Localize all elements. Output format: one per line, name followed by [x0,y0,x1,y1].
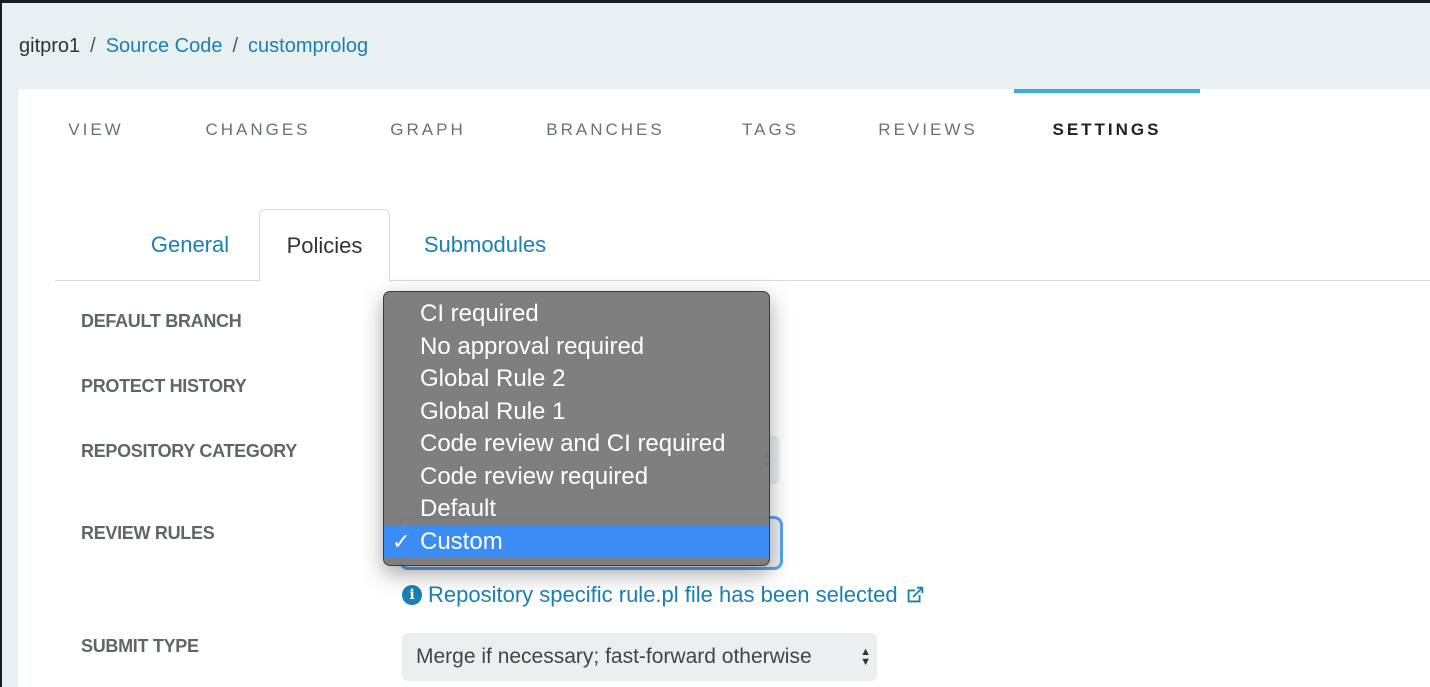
breadcrumb-root: gitpro1 [19,35,81,57]
dropdown-option[interactable]: Code review and CI required [384,428,769,461]
external-link-icon [907,586,923,603]
default-branch-label: DEFAULT BRANCH [81,311,242,331]
tab-view[interactable]: VIEW [56,89,136,171]
submit-type-label: SUBMIT TYPE [81,636,199,656]
tab-settings[interactable]: SETTINGS [1014,89,1200,171]
option-label: Custom [420,527,503,555]
dropdown-option[interactable]: No approval required [384,331,769,364]
breadcrumb: gitpro1 / Source Code / customprolog [19,35,368,58]
protect-history-label: PROTECT HISTORY [81,376,247,396]
subtab-submodules[interactable]: Submodules [405,209,565,281]
breadcrumb-separator: / [90,35,96,57]
breadcrumb-source-code-link[interactable]: Source Code [106,35,223,58]
option-label: Code review and CI required [420,430,726,458]
option-label: Global Rule 1 [420,397,566,425]
sub-tab-bar: General Policies Submodules [55,209,1430,282]
rule-file-info-text: Repository specific rule.pl file has bee… [428,582,898,607]
main-tab-bar: VIEW CHANGES GRAPH BRANCHES TAGS REVIEWS… [18,89,1430,171]
dropdown-option[interactable]: Global Rule 1 [384,396,769,429]
tab-graph[interactable]: GRAPH [378,89,478,171]
review-rules-label: REVIEW RULES [81,523,215,543]
rule-file-info-link[interactable]: i Repository specific rule.pl file has b… [402,582,926,608]
subtab-policies[interactable]: Policies [259,209,390,282]
tab-changes[interactable]: CHANGES [193,89,323,171]
review-rules-dropdown-menu: CI required No approval required Global … [383,291,770,566]
option-label: Default [420,495,497,523]
submit-type-select[interactable]: Merge if necessary; fast-forward otherwi… [402,633,877,681]
option-label: Code review required [420,462,649,490]
dropdown-option-selected[interactable]: ✓ Custom [384,525,769,558]
option-label: Global Rule 2 [420,365,566,393]
checkmark-icon: ✓ [392,528,411,554]
dropdown-option[interactable]: CI required [384,298,769,331]
breadcrumb-separator: / [232,35,239,57]
select-arrows-icon: ▲▼ [860,646,871,668]
tab-reviews[interactable]: REVIEWS [868,89,988,171]
dropdown-option[interactable]: Default [384,493,769,526]
tab-branches[interactable]: BRANCHES [533,89,678,171]
subtab-general[interactable]: General [135,209,245,281]
dropdown-option[interactable]: Code review required [384,461,769,494]
dropdown-option[interactable]: Global Rule 2 [384,363,769,396]
breadcrumb-repo-link[interactable]: customprolog [248,35,368,58]
option-label: No approval required [420,332,645,360]
repository-category-label: REPOSITORY CATEGORY [81,441,298,461]
submit-type-value: Merge if necessary; fast-forward otherwi… [416,645,812,668]
app-window: gitpro1 / Source Code / customprolog VIE… [2,3,1430,687]
option-label: CI required [420,300,539,328]
info-circle-icon: i [402,585,422,605]
tab-tags[interactable]: TAGS [728,89,813,171]
